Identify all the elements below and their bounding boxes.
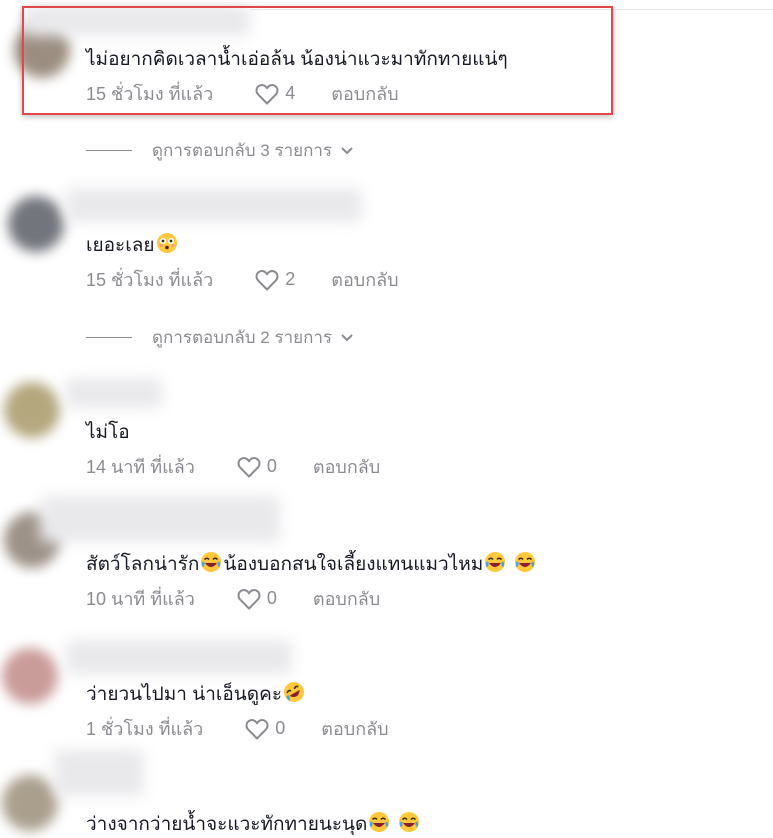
reply-button[interactable]: ตอบกลับ <box>321 714 388 743</box>
avatar[interactable] <box>2 775 58 831</box>
comment-meta: 15 ชั่วโมง ที่แล้ว 2 ตอบกลับ <box>86 265 399 294</box>
reply-button[interactable]: ตอบกลับ <box>313 452 380 481</box>
comment-time: 15 ชั่วโมง ที่แล้ว <box>86 270 214 290</box>
comment-time: 1 ชั่วโมง ที่แล้ว <box>86 719 204 739</box>
reply-button[interactable]: ตอบกลับ <box>313 584 380 613</box>
comment-item: เยอะเลย 15 ชั่วโมง ที่แล้ว 2 ตอบกลับ <box>86 232 399 294</box>
view-replies-button[interactable]: ดูการตอบกลับ 2 รายการ <box>86 324 354 351</box>
like-count: 0 <box>266 456 277 476</box>
laughing-face-icon <box>201 552 222 572</box>
laughing-face-icon <box>485 552 506 572</box>
redacted-username <box>66 640 292 674</box>
like-button[interactable]: 0 <box>237 588 277 610</box>
like-button[interactable]: 0 <box>245 718 285 740</box>
comment-item: สัตว์โลกน่ารัก น้องบอกสนใจเลี้ยงแทนแมวไหม… <box>86 551 537 613</box>
view-replies-label: ดูการตอบกลับ 2 รายการ <box>152 328 333 347</box>
comment-text: ไม่โอ <box>86 422 130 443</box>
redacted-username <box>66 188 362 222</box>
divider-dash <box>86 150 132 151</box>
chevron-down-icon <box>341 146 353 154</box>
like-button[interactable]: 2 <box>255 269 295 291</box>
like-count: 2 <box>285 269 296 289</box>
comment-meta: 1 ชั่วโมง ที่แล้ว 0 ตอบกลับ <box>86 714 389 743</box>
laughing-face-icon <box>369 812 390 832</box>
divider-dash <box>86 337 132 338</box>
redacted-username <box>40 496 280 542</box>
comment-item: ว่ายวนไปมา น่าเอ็นดูคะ 1 ชั่วโมง ที่แล้ว… <box>86 681 389 743</box>
heart-icon <box>237 588 261 609</box>
avatar[interactable] <box>4 382 60 438</box>
rofl-face-icon <box>284 682 305 702</box>
like-button[interactable]: 0 <box>237 456 277 478</box>
comment-item: ไม่โอ 14 นาที ที่แล้ว 0 ตอบกลับ <box>86 420 380 481</box>
comment-meta: 14 นาที ที่แล้ว 0 ตอบกลับ <box>86 452 380 481</box>
comment-time: 14 นาที ที่แล้ว <box>86 457 195 477</box>
view-replies-label: ดูการตอบกลับ 3 รายการ <box>152 141 333 160</box>
heart-icon <box>237 456 261 477</box>
highlight-box <box>22 6 613 115</box>
like-count: 0 <box>275 718 286 738</box>
redacted-username <box>54 750 144 796</box>
reply-button[interactable]: ตอบกลับ <box>331 265 398 294</box>
comment-text: ว่ายวนไปมา น่าเอ็นดูคะ <box>86 681 389 708</box>
comment-time: 10 นาที ที่แล้ว <box>86 589 195 609</box>
laughing-face-icon <box>514 552 535 572</box>
like-count: 0 <box>266 588 277 608</box>
avatar[interactable] <box>2 648 58 704</box>
comment-text: เยอะเลย <box>86 232 399 259</box>
comment-text: สัตว์โลกน่ารัก น้องบอกสนใจเลี้ยงแทนแมวไหม <box>86 551 537 578</box>
heart-icon <box>255 269 279 290</box>
redacted-username <box>66 378 162 408</box>
chevron-down-icon <box>341 333 353 341</box>
heart-icon <box>245 718 269 739</box>
flushed-face-icon <box>156 233 177 253</box>
avatar[interactable] <box>8 196 64 252</box>
view-replies-button[interactable]: ดูการตอบกลับ 3 รายการ <box>86 137 354 164</box>
comment-item: ว่างจากว่ายน้ำจะแวะทักทายนะนุด <box>86 811 421 838</box>
comment-text: ว่างจากว่ายน้ำจะแวะทักทายนะนุด <box>86 811 421 838</box>
laughing-face-icon <box>398 812 419 832</box>
comment-meta: 10 นาที ที่แล้ว 0 ตอบกลับ <box>86 584 537 613</box>
